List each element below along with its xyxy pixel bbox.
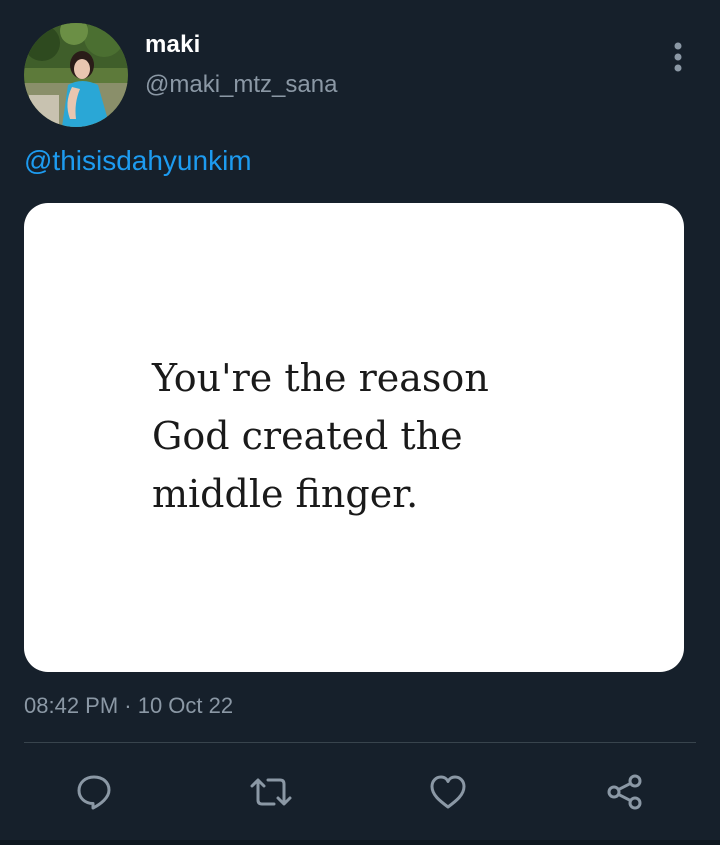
tweet-media-image[interactable]: You're the reason God created the middle f… (24, 203, 684, 672)
like-button[interactable] (423, 767, 473, 817)
more-vertical-icon[interactable] (666, 40, 690, 74)
media-quote-text: You're the reason God created the middle f… (152, 349, 489, 523)
avatar[interactable] (24, 23, 128, 127)
tweet-card: maki @maki_mtz_sana @thisisdahyunkim You… (0, 0, 720, 845)
media-quote-line: middle finger. (152, 472, 419, 516)
avatar-photo (24, 23, 128, 127)
heart-icon (430, 775, 466, 809)
media-quote-line: You're the reason (152, 356, 489, 400)
author-display-name[interactable]: maki (145, 31, 201, 59)
share-icon (607, 774, 642, 810)
divider (24, 742, 696, 743)
reply-button[interactable] (69, 767, 119, 817)
share-button[interactable] (600, 767, 650, 817)
retweet-icon (250, 778, 292, 806)
author-handle[interactable]: @maki_mtz_sana (145, 71, 337, 99)
mention-link[interactable]: @thisisdahyunkim (24, 145, 252, 177)
media-quote-line: God created the (152, 414, 463, 458)
reply-bubble-icon (77, 775, 111, 810)
retweet-button[interactable] (246, 767, 296, 817)
bottom-divider (0, 840, 720, 845)
tweet-timestamp[interactable]: 08:42 PM · 10 Oct 22 (24, 693, 233, 719)
